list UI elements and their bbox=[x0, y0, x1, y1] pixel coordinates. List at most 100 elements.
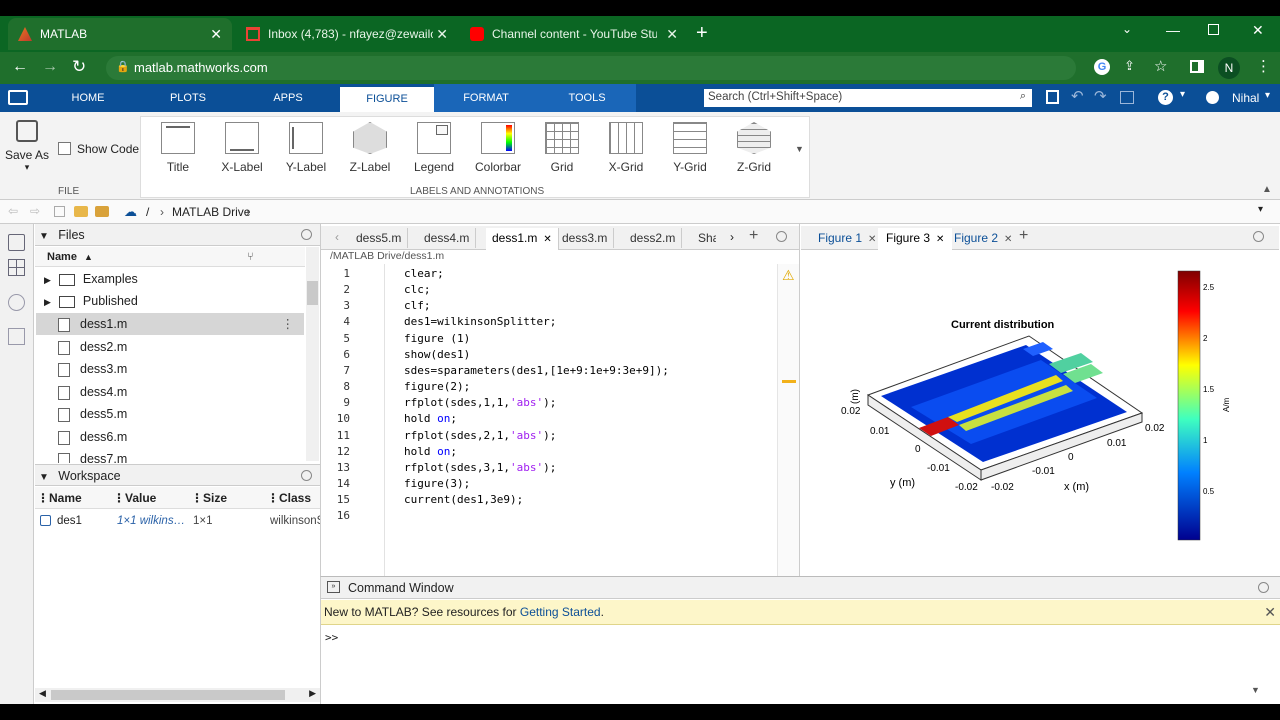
editor-tab[interactable]: dess2.m bbox=[624, 228, 683, 248]
editor-tab[interactable]: dess5.m bbox=[350, 228, 409, 248]
user-name[interactable]: Nihal bbox=[1232, 91, 1259, 105]
save-as-button[interactable]: Save As ▾ bbox=[4, 120, 50, 173]
help-dropdown-icon[interactable]: ▾ bbox=[1180, 89, 1185, 100]
files-panel-menu-icon[interactable] bbox=[301, 229, 312, 240]
command-scroll-down-icon[interactable]: ▼ bbox=[1251, 685, 1260, 695]
url-field[interactable]: 🔒 matlab.mathworks.com bbox=[106, 56, 1076, 80]
code-line[interactable]: 8 figure(2); bbox=[322, 379, 777, 395]
breadcrumb-root[interactable]: / bbox=[146, 205, 149, 219]
google-icon[interactable]: G bbox=[1094, 59, 1110, 75]
cloud-drive-icon[interactable]: ☁ bbox=[124, 204, 137, 220]
editor-tab[interactable]: dess3.m bbox=[556, 228, 615, 248]
files-scrollbar[interactable] bbox=[306, 247, 319, 461]
column-name[interactable]: ⋮Name bbox=[37, 487, 82, 509]
collapse-ribbon-icon[interactable]: ▲ bbox=[1262, 184, 1272, 195]
breadcrumb-matlab-drive[interactable]: MATLAB Drive bbox=[172, 205, 250, 219]
scroll-right-icon[interactable]: ▶ bbox=[309, 688, 316, 699]
files-scroll-thumb[interactable] bbox=[307, 281, 318, 305]
nav-back-icon[interactable]: ⇦ bbox=[8, 204, 18, 218]
code-line[interactable]: 1 clear; bbox=[322, 266, 777, 282]
close-banner-icon[interactable]: ✕ bbox=[1264, 600, 1276, 625]
user-dropdown-icon[interactable]: ▾ bbox=[1265, 90, 1270, 101]
code-line[interactable]: 3 clf; bbox=[322, 298, 777, 314]
new-file-tab-icon[interactable]: + bbox=[749, 227, 758, 245]
command-input[interactable]: >> bbox=[325, 631, 1265, 651]
close-tab-icon[interactable]: ✕ bbox=[666, 26, 678, 43]
list-item[interactable]: dess7.m bbox=[36, 448, 304, 463]
expand-arrow-icon[interactable]: ▶ bbox=[44, 297, 51, 307]
help-icon[interactable]: ? bbox=[1158, 90, 1173, 105]
warning-icon[interactable]: ⚠ bbox=[782, 267, 795, 284]
editor-menu-icon[interactable] bbox=[776, 231, 787, 242]
code-line[interactable]: 12 hold on; bbox=[322, 444, 777, 460]
close-tab-icon[interactable]: ✕ bbox=[543, 234, 551, 245]
files-panel-icon[interactable] bbox=[8, 234, 25, 251]
code-line[interactable]: 6 show(des1) bbox=[322, 347, 777, 363]
ribbon-expand-icon[interactable]: ▼ bbox=[795, 144, 804, 154]
breadcrumb-dropdown-icon[interactable]: ▾ bbox=[1258, 204, 1263, 215]
forward-arrow-icon[interactable]: → bbox=[42, 58, 58, 76]
tab-tools[interactable]: TOOLS bbox=[538, 84, 636, 112]
up-folder-icon[interactable] bbox=[54, 206, 65, 217]
h-scroll-thumb[interactable] bbox=[51, 690, 285, 700]
restore-icon[interactable] bbox=[1208, 24, 1219, 35]
scroll-left-icon[interactable]: ◀ bbox=[39, 688, 46, 699]
tabs-scroll-left-icon[interactable]: ‹ bbox=[335, 230, 339, 244]
sidepanel-icon[interactable] bbox=[1190, 60, 1204, 73]
code-line[interactable]: 5 figure (1) bbox=[322, 331, 777, 347]
table-row[interactable]: des1 1×1 wilkins… 1×1 wilkinsonS bbox=[35, 510, 320, 532]
expand-arrow-icon[interactable]: ▶ bbox=[44, 275, 51, 285]
code-line[interactable]: 11 rfplot(sdes,2,1,'abs'); bbox=[322, 428, 777, 444]
collapse-files-icon[interactable]: ▼ bbox=[39, 231, 49, 242]
code-line[interactable]: 16 bbox=[322, 508, 777, 524]
colorbar-button[interactable]: Colorbar bbox=[466, 122, 530, 186]
search-files-icon[interactable] bbox=[8, 294, 25, 311]
code-line[interactable]: 9 rfplot(sdes,1,1,'abs'); bbox=[322, 395, 777, 411]
minimize-icon[interactable]: — bbox=[1166, 22, 1180, 38]
list-item[interactable]: dess5.m bbox=[36, 403, 304, 425]
getting-started-link[interactable]: Getting Started bbox=[520, 605, 601, 619]
y-grid-button[interactable]: Y-Grid bbox=[658, 122, 722, 186]
folder-action-icon[interactable] bbox=[95, 206, 109, 217]
browser-tab-youtube[interactable]: Channel content - YouTube Studi ✕ bbox=[460, 18, 688, 50]
tab-figure[interactable]: FIGURE bbox=[340, 84, 434, 112]
profile-avatar[interactable]: N bbox=[1218, 57, 1240, 79]
title-button[interactable]: Title bbox=[146, 122, 210, 186]
close-tab-icon[interactable]: ✕ bbox=[868, 234, 876, 245]
list-item[interactable]: dess6.m bbox=[36, 426, 304, 448]
tab-search-chevron-icon[interactable]: ⌄ bbox=[1122, 22, 1132, 36]
git-branch-icon[interactable]: ⑂ bbox=[247, 247, 254, 267]
tab-apps[interactable]: APPS bbox=[250, 84, 326, 112]
history-icon[interactable] bbox=[8, 328, 25, 345]
tabs-scroll-right-icon[interactable]: › bbox=[730, 230, 734, 244]
editor-tab-active[interactable]: dess1.m ✕ bbox=[486, 228, 559, 250]
user-icon[interactable] bbox=[1206, 91, 1219, 104]
close-tab-icon[interactable]: ✕ bbox=[1004, 234, 1012, 245]
workspace-menu-icon[interactable] bbox=[301, 470, 312, 481]
figure-tab[interactable]: Figure 2 ✕ bbox=[946, 228, 1020, 248]
show-code-checkbox[interactable] bbox=[58, 142, 71, 155]
code-line[interactable]: 10 hold on; bbox=[322, 411, 777, 427]
browser-tab-gmail[interactable]: Inbox (4,783) - nfayez@zewailcity ✕ bbox=[236, 18, 458, 50]
list-item[interactable]: dess3.m bbox=[36, 358, 304, 380]
window-layout-icon[interactable] bbox=[1120, 91, 1134, 104]
workspace-h-scrollbar[interactable]: ◀ ▶ bbox=[35, 688, 320, 702]
tab-home[interactable]: HOME bbox=[50, 84, 126, 112]
browser-tab-matlab[interactable]: MATLAB ✕ bbox=[8, 18, 232, 50]
list-item[interactable]: ▶ Published bbox=[36, 290, 304, 312]
editor-tab[interactable]: Sha bbox=[692, 228, 716, 248]
x-grid-button[interactable]: X-Grid bbox=[594, 122, 658, 186]
figure-panel-menu-icon[interactable] bbox=[1253, 231, 1264, 242]
files-column-header[interactable]: Name ▲ ⑂ bbox=[35, 247, 305, 267]
tab-format[interactable]: FORMAT bbox=[434, 84, 538, 112]
legend-button[interactable]: Legend bbox=[402, 122, 466, 186]
undo-icon[interactable]: ↶ bbox=[1071, 87, 1084, 105]
file-options-icon[interactable]: ⋮ bbox=[282, 313, 295, 335]
matlab-search-field[interactable]: Search (Ctrl+Shift+Space) ⌕ bbox=[704, 89, 1032, 107]
code-line[interactable]: 13 rfplot(sdes,3,1,'abs'); bbox=[322, 460, 777, 476]
new-tab-button[interactable]: + bbox=[696, 22, 708, 45]
browse-folder-icon[interactable] bbox=[74, 206, 88, 217]
close-tab-icon[interactable]: ✕ bbox=[436, 26, 448, 43]
z-label-button[interactable]: Z-Label bbox=[338, 122, 402, 186]
collapse-workspace-icon[interactable]: ▼ bbox=[39, 472, 49, 483]
